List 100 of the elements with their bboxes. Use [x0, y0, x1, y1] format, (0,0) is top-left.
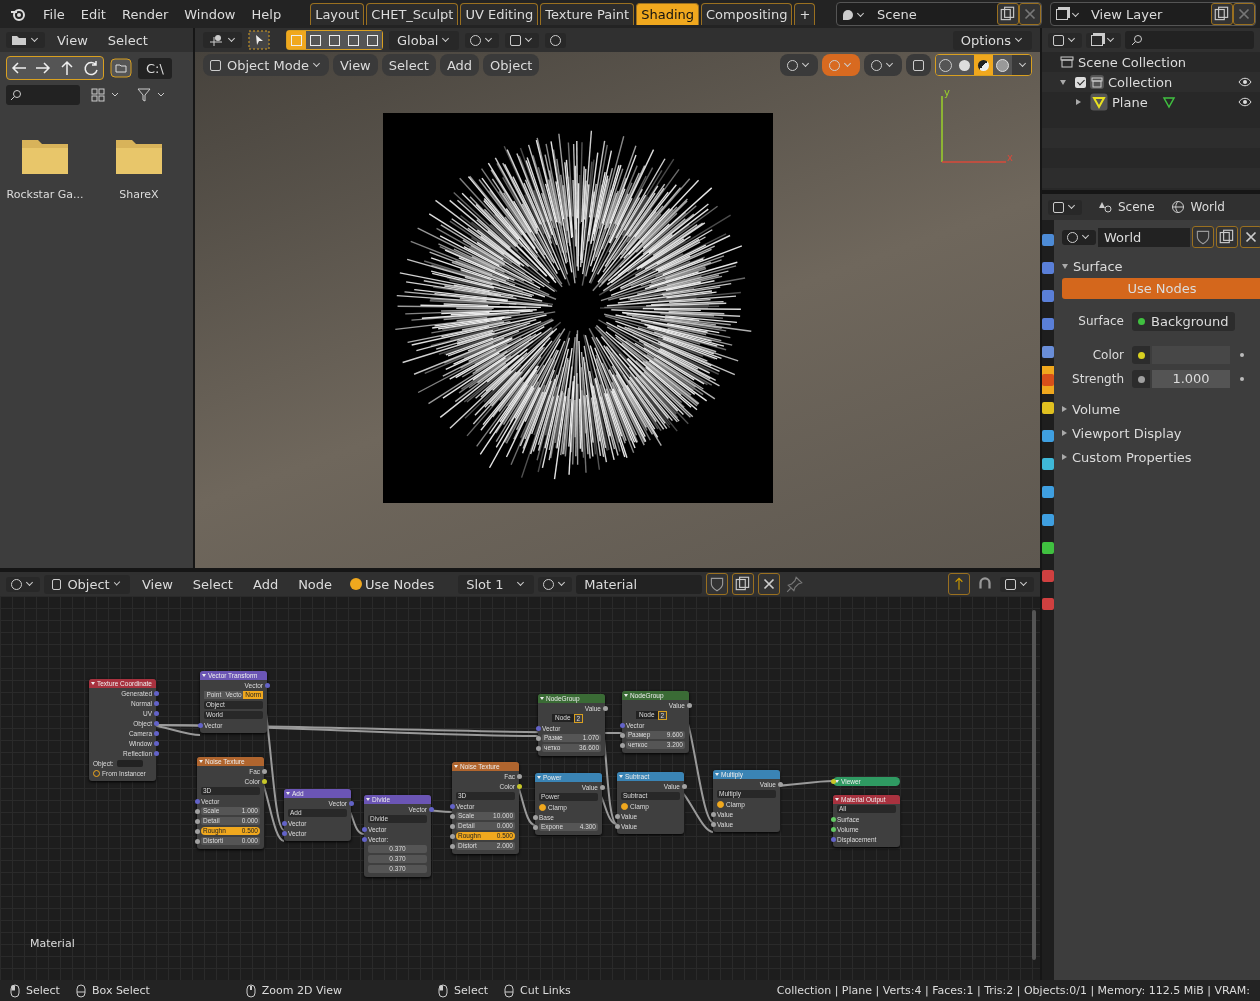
workspace-tab[interactable]: CHET_Sculpt	[366, 3, 459, 25]
shading-mode-button[interactable]	[974, 55, 993, 75]
shield-icon[interactable]	[1192, 226, 1214, 248]
object-field[interactable]	[116, 759, 143, 767]
menu-item[interactable]: Add	[439, 54, 480, 76]
node-socket[interactable]	[197, 722, 203, 728]
node-socket[interactable]	[686, 702, 692, 708]
editor-type-button[interactable]	[203, 32, 242, 48]
editor-type-button[interactable]	[1048, 199, 1082, 215]
menu-item[interactable]: Edit	[73, 6, 113, 22]
node-socket[interactable]	[710, 821, 716, 827]
options-dropdown[interactable]: Options	[952, 30, 1032, 50]
mesh-data-icon[interactable]	[1161, 95, 1176, 109]
node-socket[interactable]	[830, 836, 836, 842]
node-socket[interactable]	[153, 730, 159, 736]
filter-button[interactable]	[1086, 32, 1121, 48]
node-socket[interactable]	[361, 836, 367, 842]
mode-dropdown[interactable]: Object Mode	[203, 54, 329, 76]
editor-type-button[interactable]	[6, 576, 40, 592]
copy-icon[interactable]	[1211, 3, 1233, 25]
overlay-button[interactable]	[864, 54, 902, 76]
menu-item[interactable]: View	[134, 576, 181, 592]
node-socket[interactable]	[619, 722, 625, 728]
new-folder-icon[interactable]	[110, 57, 132, 79]
expand-arrow[interactable]	[1076, 99, 1081, 105]
node-socket[interactable]	[428, 806, 434, 812]
logo-icon[interactable]	[10, 6, 26, 22]
display-mode-button[interactable]	[1048, 32, 1082, 48]
node-socket[interactable]	[830, 816, 836, 822]
shield-icon[interactable]	[706, 573, 729, 595]
keyframe-icon[interactable]	[1240, 377, 1244, 381]
search-field[interactable]	[6, 85, 80, 105]
proportional-button[interactable]	[545, 32, 567, 48]
menu-item[interactable]: View	[49, 32, 96, 48]
keyframe-icon[interactable]	[1240, 353, 1244, 357]
menu-item[interactable]: Select	[99, 32, 156, 48]
close-icon[interactable]	[1240, 226, 1260, 248]
node-socket[interactable]	[153, 720, 159, 726]
expand-arrow[interactable]	[1060, 79, 1066, 85]
copy-icon[interactable]	[732, 573, 755, 595]
pivot-button[interactable]	[465, 32, 500, 48]
visibility-button[interactable]	[780, 54, 818, 76]
node-socket[interactable]	[194, 798, 200, 804]
menu-item[interactable]: Render	[114, 6, 176, 22]
menu-item[interactable]: Node	[290, 576, 341, 592]
xray-button[interactable]	[906, 54, 931, 76]
node-socket[interactable]	[153, 750, 159, 756]
search-field[interactable]	[1125, 31, 1254, 49]
shader-dropdown[interactable]: Background	[1132, 311, 1235, 331]
menu-item[interactable]: File	[36, 6, 72, 22]
node-socket[interactable]	[153, 690, 159, 696]
world-browse-button[interactable]	[1062, 229, 1096, 245]
node-socket[interactable]	[281, 830, 287, 836]
node-socket[interactable]	[516, 773, 522, 779]
parent-node-icon[interactable]	[948, 573, 970, 595]
menu-item[interactable]: Add	[244, 576, 287, 592]
file-name[interactable]: Rockstar Ga...	[6, 188, 84, 201]
eye-icon[interactable]	[1238, 77, 1252, 87]
file-name[interactable]: ShareX	[119, 188, 159, 201]
checkbox[interactable]	[1075, 76, 1086, 88]
node-socket[interactable]	[532, 824, 538, 830]
menu-item[interactable]: View	[332, 54, 378, 76]
panel-header[interactable]: Volume	[1062, 397, 1260, 421]
link-button[interactable]	[1132, 370, 1150, 388]
copy-icon[interactable]	[1216, 226, 1238, 248]
node-socket[interactable]	[614, 813, 620, 819]
workspace-tab[interactable]: Layout	[310, 3, 365, 25]
use-nodes-checkbox[interactable]: Use Nodes	[350, 576, 435, 592]
select-mode-button[interactable]	[306, 31, 325, 49]
material-field[interactable]: Material	[576, 574, 703, 594]
node-socket[interactable]	[830, 779, 836, 784]
number-field[interactable]: 1.000	[1152, 370, 1230, 388]
eye-icon[interactable]	[1238, 97, 1252, 107]
workspace-tab[interactable]: Shading	[636, 3, 699, 25]
node-socket[interactable]	[599, 784, 605, 790]
editor-type-button[interactable]	[6, 32, 45, 48]
world-name-field[interactable]: World	[1098, 227, 1190, 247]
node-socket[interactable]	[261, 768, 267, 774]
breadcrumb-item[interactable]: Scene	[1118, 200, 1155, 214]
workspace-tab[interactable]: UV Editing	[460, 3, 539, 25]
menu-item[interactable]: Object	[483, 54, 540, 76]
node-socket[interactable]	[153, 700, 159, 706]
panel-header[interactable]: Custom Properties	[1062, 445, 1260, 469]
node-socket[interactable]	[264, 682, 270, 688]
snap-mode-button[interactable]	[1000, 576, 1034, 592]
material-browse-button[interactable]	[538, 576, 573, 592]
gizmo-button[interactable]	[822, 54, 860, 76]
select-tool-icon[interactable]	[248, 30, 270, 50]
slot-dropdown[interactable]: Slot 1	[458, 574, 535, 594]
workspace-tab[interactable]: Compositing	[701, 3, 793, 25]
panel-header[interactable]: Surface	[1062, 254, 1260, 278]
close-icon[interactable]	[758, 573, 781, 595]
node-socket[interactable]	[348, 800, 354, 806]
node-socket[interactable]	[710, 811, 716, 817]
snap-button[interactable]	[505, 32, 540, 48]
panel-header[interactable]: Viewport Display	[1062, 421, 1260, 445]
node-socket[interactable]	[532, 814, 538, 820]
node-socket[interactable]	[153, 710, 159, 716]
link-button[interactable]	[1132, 346, 1150, 364]
tree-item[interactable]: Plane	[1112, 94, 1148, 110]
